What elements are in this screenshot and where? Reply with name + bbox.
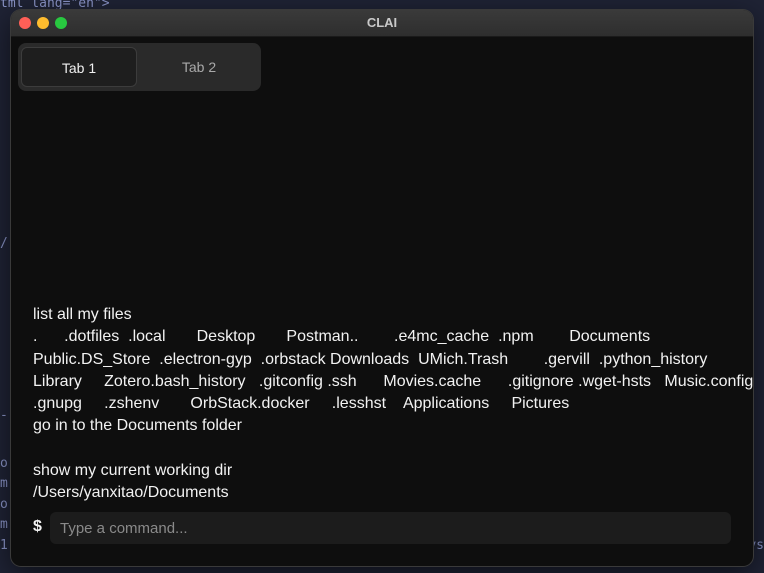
output-line: go in to the Documents folder bbox=[33, 417, 243, 435]
output-line: /Users/yanxitao/Documents bbox=[33, 484, 229, 502]
prompt-symbol: $ bbox=[33, 518, 42, 535]
command-prompt: $ bbox=[11, 510, 753, 546]
terminal-output: list all my files . .dotfiles .local Des… bbox=[33, 304, 753, 505]
output-line: . .dotfiles .local Desktop Postman.. .e4… bbox=[33, 328, 651, 346]
clai-window: CLAI Tab 1 Tab 2 list all my files . .do… bbox=[11, 10, 753, 566]
output-line: show my current working dir bbox=[33, 462, 233, 480]
tab-1[interactable]: Tab 1 bbox=[21, 47, 137, 87]
output-line: list all my files bbox=[33, 306, 132, 323]
tab-2[interactable]: Tab 2 bbox=[141, 47, 257, 87]
title-bar[interactable]: CLAI bbox=[11, 10, 753, 37]
output-line: Library Zotero.bash_history .gitconfig .… bbox=[33, 372, 753, 390]
editor-fragment: - bbox=[0, 408, 8, 423]
command-input[interactable] bbox=[50, 512, 731, 544]
output-line: .gnupg .zshenv OrbStack.docker .lesshst … bbox=[33, 395, 570, 413]
output-line: Public.DS_Store .electron-gyp .orbstack … bbox=[33, 350, 708, 368]
tab-bar: Tab 1 Tab 2 bbox=[18, 43, 261, 91]
window-title: CLAI bbox=[366, 15, 398, 30]
editor-fragment: / bbox=[0, 236, 8, 251]
